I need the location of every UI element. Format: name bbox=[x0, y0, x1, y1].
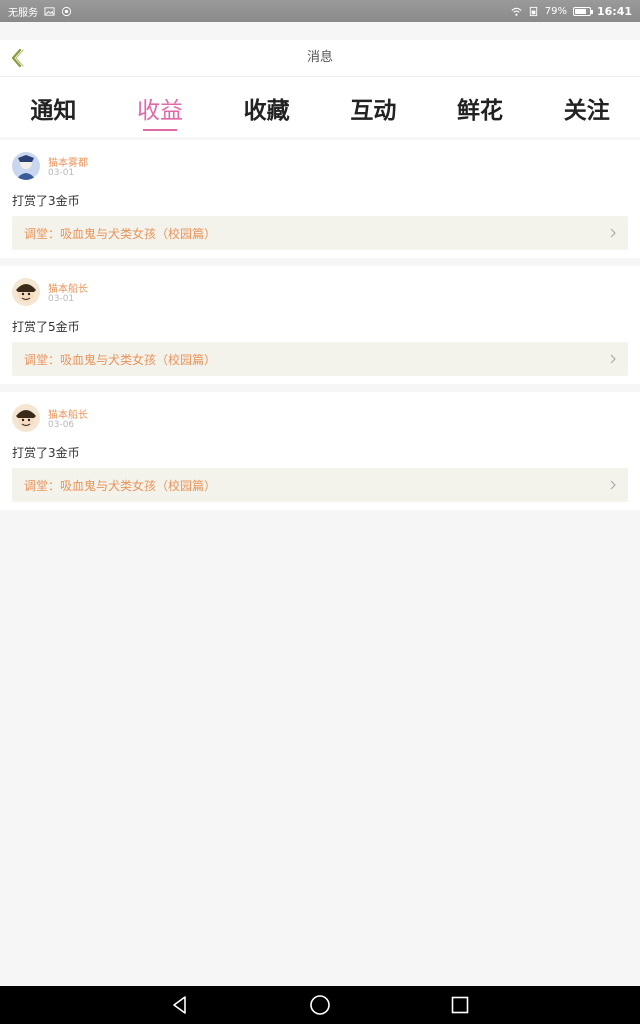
page-title: 消息 bbox=[306, 50, 333, 65]
status-right: 79% 16:41 bbox=[511, 5, 632, 18]
chevron-right-icon bbox=[610, 480, 616, 490]
header: 消息 bbox=[0, 40, 640, 77]
status-left: 无服务 bbox=[8, 4, 72, 19]
book-reference-text: 调堂：吸血鬼与犬类女孩（校园篇） bbox=[24, 478, 217, 493]
message-text: 打赏了3金币 bbox=[12, 194, 80, 208]
message-date: 03-01 bbox=[48, 168, 75, 178]
sim-icon bbox=[529, 6, 537, 16]
nav-back-button[interactable] bbox=[167, 992, 193, 1018]
triangle-back-icon bbox=[173, 996, 186, 1014]
tab-interactions[interactable]: 互动 bbox=[320, 77, 427, 137]
clock: 16:41 bbox=[596, 4, 632, 18]
nav-home-button[interactable] bbox=[307, 992, 333, 1018]
carrier-text: 无服务 bbox=[8, 7, 38, 19]
book-reference-text: 调堂：吸血鬼与犬类女孩（校园篇） bbox=[24, 352, 217, 367]
user-name[interactable]: 猫本雾都 bbox=[48, 154, 88, 169]
message-date: 03-01 bbox=[48, 294, 75, 304]
user-name[interactable]: 猫本船长 bbox=[48, 280, 88, 295]
avatar-image bbox=[12, 152, 40, 180]
message-item: 猫本船长 03-01 打赏了5金币 调堂：吸血鬼与犬类女孩（校园篇） bbox=[0, 266, 640, 384]
avatar[interactable] bbox=[12, 404, 40, 432]
message-item: 猫本雾都 03-01 打赏了3金币 调堂：吸血鬼与犬类女孩（校园篇） bbox=[0, 140, 640, 258]
square-recents-icon bbox=[451, 996, 469, 1014]
book-reference[interactable]: 调堂：吸血鬼与犬类女孩（校园篇） bbox=[12, 342, 628, 376]
chevron-right-icon bbox=[610, 228, 616, 238]
tab-flowers[interactable]: 鲜花 bbox=[427, 77, 534, 137]
message-text: 打赏了5金币 bbox=[12, 320, 80, 334]
notification-icon bbox=[61, 6, 72, 16]
tab-notifications[interactable]: 通知 bbox=[0, 77, 107, 137]
nav-recents-button[interactable] bbox=[447, 992, 473, 1018]
tab-bar: 通知 收益 收藏 互动 鲜花 关注 bbox=[0, 77, 640, 137]
chevron-right-icon bbox=[610, 354, 616, 364]
book-reference-text: 调堂：吸血鬼与犬类女孩（校园篇） bbox=[24, 226, 217, 241]
avatar-image bbox=[12, 278, 40, 306]
tab-favorites[interactable]: 收藏 bbox=[213, 77, 320, 137]
message-item: 猫本船长 03-06 打赏了3金币 调堂：吸血鬼与犬类女孩（校园篇） bbox=[0, 392, 640, 510]
book-reference[interactable]: 调堂：吸血鬼与犬类女孩（校园篇） bbox=[12, 468, 628, 502]
wifi-icon bbox=[511, 7, 522, 16]
battery-percent: 79% bbox=[544, 5, 567, 17]
image-icon bbox=[44, 6, 55, 16]
battery-icon bbox=[572, 6, 593, 16]
status-bar: 无服务 79% 16:41 bbox=[0, 0, 640, 22]
avatar[interactable] bbox=[12, 152, 40, 180]
avatar[interactable] bbox=[12, 278, 40, 306]
system-nav-bar bbox=[0, 986, 640, 1024]
tab-earnings[interactable]: 收益 bbox=[107, 77, 214, 137]
message-list: 猫本雾都 03-01 打赏了3金币 调堂：吸血鬼与犬类女孩（校园篇） 猫本船长 … bbox=[0, 140, 640, 518]
battery-fill bbox=[574, 8, 586, 14]
message-text: 打赏了3金币 bbox=[12, 446, 80, 460]
circle-home-icon bbox=[310, 995, 330, 1015]
user-name[interactable]: 猫本船长 bbox=[48, 406, 88, 421]
book-reference[interactable]: 调堂：吸血鬼与犬类女孩（校园篇） bbox=[12, 216, 628, 250]
avatar-image bbox=[12, 404, 40, 432]
message-date: 03-06 bbox=[48, 420, 75, 430]
tab-following[interactable]: 关注 bbox=[533, 77, 640, 137]
